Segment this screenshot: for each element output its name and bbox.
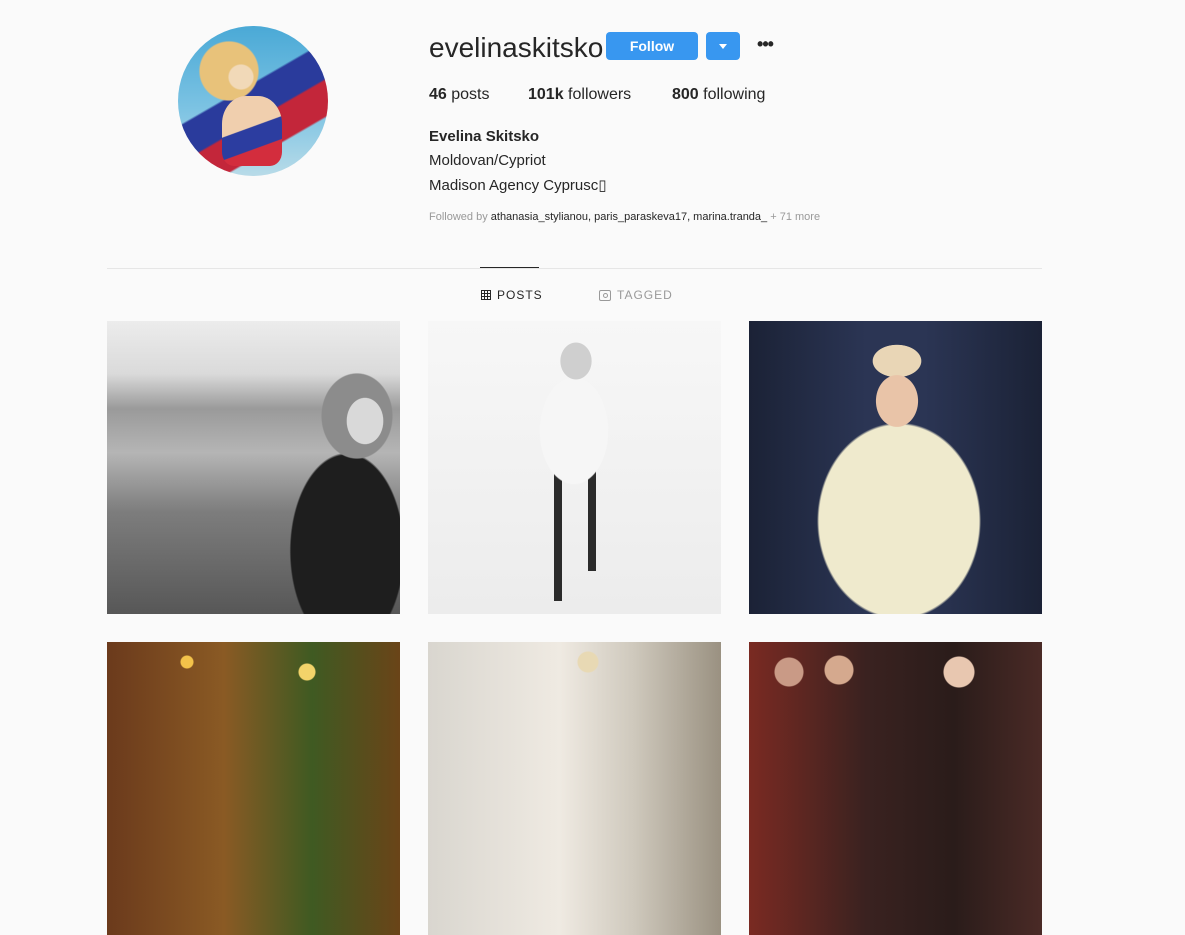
- tab-posts[interactable]: POSTS: [481, 288, 543, 302]
- profile-username: evelinaskitsko: [429, 32, 604, 63]
- following-count: 800: [672, 86, 699, 103]
- tabs-divider: [107, 268, 1042, 269]
- followed-by-names[interactable]: athanasia_stylianou, paris_paraskeva17, …: [491, 211, 767, 223]
- posts-count: 46: [429, 86, 447, 103]
- post-thumbnail[interactable]: [428, 642, 721, 935]
- profile-avatar[interactable]: [178, 26, 328, 176]
- bio-line-1: Moldovan/Cypriot: [429, 152, 546, 169]
- grid-icon: [481, 290, 491, 300]
- bio-line-2: Madison Agency Cyprusc▯: [429, 177, 607, 194]
- posts-label: posts: [451, 86, 490, 103]
- post-thumbnail[interactable]: [428, 321, 721, 614]
- following-label: following: [703, 86, 766, 103]
- profile-full-name: Evelina Skitsko: [429, 128, 540, 145]
- followed-by[interactable]: Followed by athanasia_stylianou, paris_p…: [429, 211, 820, 223]
- more-options-button[interactable]: •••: [754, 34, 776, 56]
- tab-tagged[interactable]: TAGGED: [599, 288, 673, 302]
- followers-count: 101k: [528, 86, 564, 103]
- followed-by-more[interactable]: + 71 more: [770, 211, 820, 223]
- active-tab-indicator: [480, 267, 539, 268]
- post-thumbnail[interactable]: [107, 321, 400, 614]
- followers-label: followers: [568, 86, 632, 103]
- stat-posts: 46 posts: [429, 86, 490, 104]
- tab-posts-label: POSTS: [497, 288, 543, 302]
- post-thumbnail[interactable]: [749, 321, 1042, 614]
- follow-button[interactable]: Follow: [606, 32, 698, 60]
- post-thumbnail[interactable]: [749, 642, 1042, 935]
- suggestions-dropdown-button[interactable]: [706, 32, 740, 60]
- tab-tagged-label: TAGGED: [617, 288, 673, 302]
- tag-icon: [599, 289, 611, 301]
- avatar-figure: [222, 96, 282, 166]
- stat-followers[interactable]: 101k followers: [528, 86, 631, 104]
- stat-following[interactable]: 800 following: [672, 86, 765, 104]
- followed-by-prefix: Followed by: [429, 211, 488, 223]
- post-thumbnail[interactable]: [107, 642, 400, 935]
